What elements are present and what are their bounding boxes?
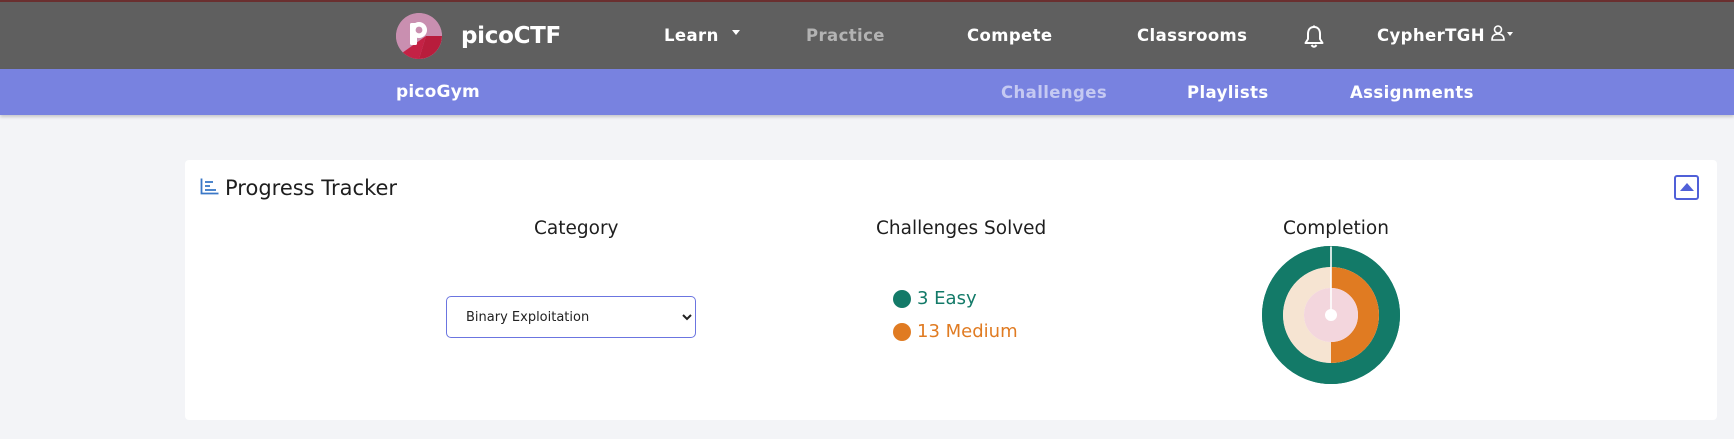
nav-learn[interactable]: Learn — [664, 26, 740, 45]
chevron-down-icon — [1506, 31, 1513, 36]
category-heading: Category — [534, 218, 619, 239]
collapse-up-icon[interactable] — [1674, 175, 1699, 200]
picoctf-logo — [396, 13, 442, 59]
username-label: CypherTGH — [1377, 26, 1485, 45]
nav-practice[interactable]: Practice — [806, 26, 885, 45]
completion-heading: Completion — [1283, 218, 1389, 239]
completion-donut — [1262, 246, 1400, 384]
medium-dot — [893, 322, 911, 341]
bar-chart-icon — [200, 178, 219, 199]
picogym-link[interactable]: picoGym — [396, 82, 480, 102]
brand-name: picoCTF — [461, 23, 561, 49]
nav-compete[interactable]: Compete — [967, 26, 1053, 45]
brand-link[interactable]: picoCTF — [396, 13, 561, 59]
tab-challenges[interactable]: Challenges — [1001, 83, 1107, 102]
solved-easy: 3 Easy — [893, 288, 977, 309]
sub-navbar: picoGym Challenges Playlists Assignments — [0, 69, 1734, 115]
user-icon — [1491, 24, 1505, 45]
solved-medium-label: 13 Medium — [917, 321, 1018, 342]
progress-tracker-card: Progress Tracker Category Challenges Sol… — [185, 160, 1717, 420]
card-title: Progress Tracker — [225, 176, 398, 200]
tab-assignments[interactable]: Assignments — [1350, 83, 1474, 102]
card-header: Progress Tracker — [200, 176, 397, 200]
solved-heading: Challenges Solved — [876, 218, 1047, 239]
solved-medium: 13 Medium — [893, 321, 1018, 342]
bell-icon[interactable] — [1303, 25, 1325, 53]
user-menu[interactable]: CypherTGH — [1377, 24, 1513, 47]
solved-easy-label: 3 Easy — [917, 288, 977, 309]
top-navbar: picoCTF Learn Practice Compete Classroom… — [0, 0, 1734, 69]
nav-classrooms[interactable]: Classrooms — [1137, 26, 1247, 45]
category-select[interactable]: Binary Exploitation — [446, 296, 696, 338]
easy-dot — [893, 289, 911, 308]
chevron-down-icon — [731, 30, 740, 35]
nav-learn-label: Learn — [664, 26, 719, 45]
tab-playlists[interactable]: Playlists — [1187, 83, 1269, 102]
